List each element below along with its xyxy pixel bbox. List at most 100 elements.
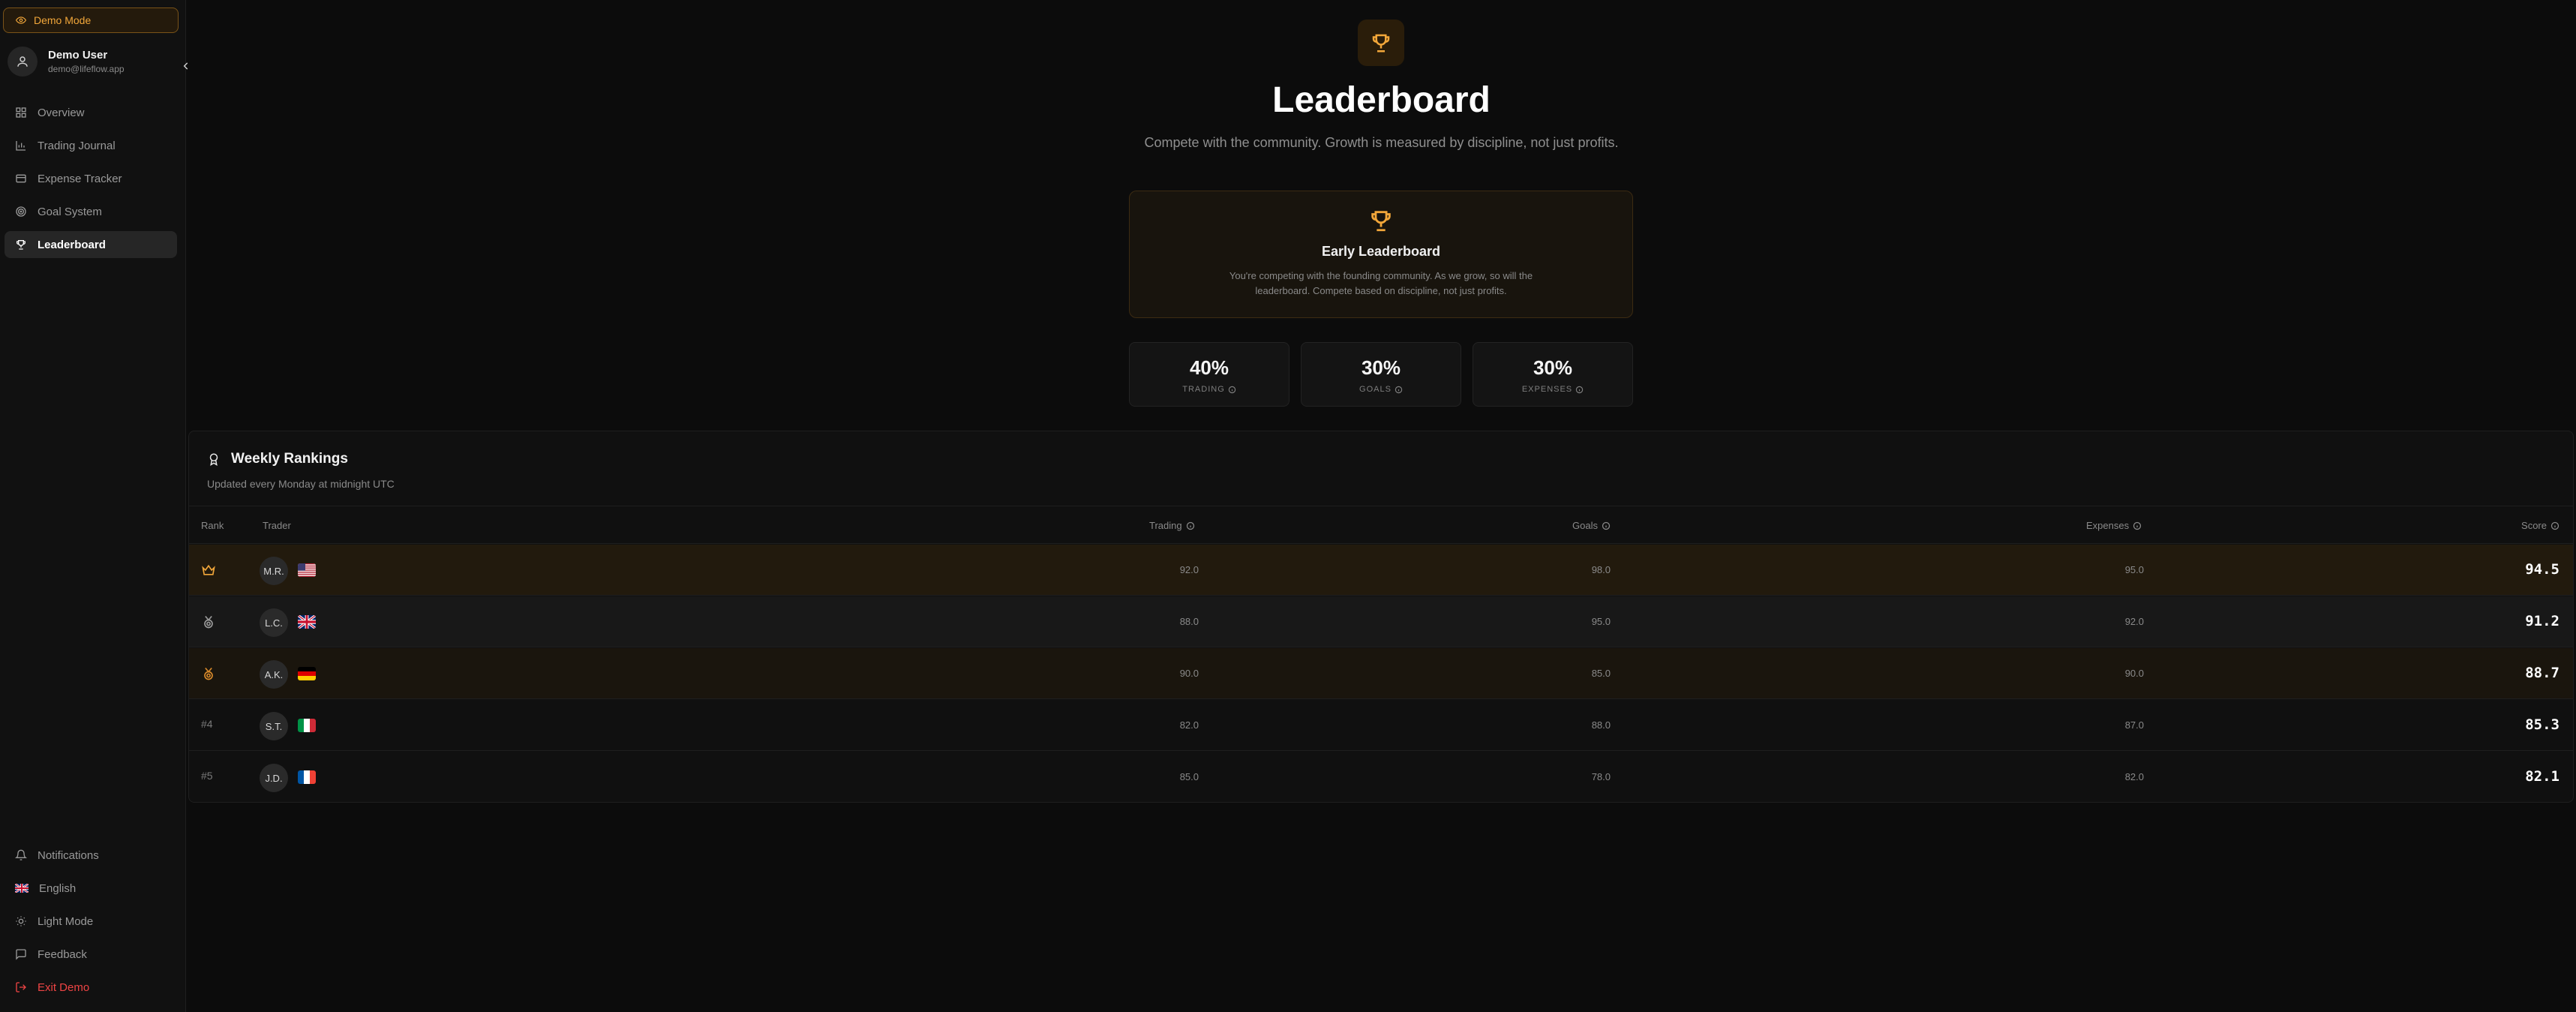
sidebar-item-trading-journal[interactable]: Trading Journal: [5, 132, 177, 159]
language-label: English: [39, 881, 77, 895]
column-score[interactable]: Score: [2521, 520, 2559, 531]
page-title: Leaderboard: [1272, 80, 1491, 120]
total-score: 82.1: [2525, 768, 2559, 785]
trophy-icon: [1370, 32, 1392, 54]
expenses-score: 90.0: [2124, 668, 2144, 679]
total-score: 85.3: [2525, 716, 2559, 733]
trading-score: 85.0: [1179, 771, 1199, 782]
language-button[interactable]: English: [5, 875, 177, 902]
goals-score: 88.0: [1591, 719, 1611, 731]
rank-number: #4: [201, 718, 213, 730]
expenses-score: 82.0: [2124, 771, 2144, 782]
score-weights: 40% TRADING 30% GOALS 30% EXPENSES: [1129, 342, 1633, 407]
trader-avatar: A.K.: [260, 660, 288, 689]
total-score: 94.5: [2525, 561, 2559, 578]
logout-icon: [15, 981, 27, 993]
sidebar-item-label: Leaderboard: [38, 238, 106, 251]
avatar: [8, 47, 38, 77]
demo-mode-badge[interactable]: Demo Mode: [3, 8, 179, 33]
user-email: demo@lifeflow.app: [48, 64, 125, 74]
weight-percent: 30%: [1533, 356, 1573, 379]
rank-number: #5: [201, 770, 213, 782]
medal-silver-icon: [201, 614, 219, 629]
hero-trophy-badge: [1358, 20, 1404, 66]
weight-card-trading: 40% TRADING: [1129, 342, 1290, 407]
uk-flag-icon: [15, 884, 29, 893]
weekly-rankings-panel: Weekly Rankings Updated every Monday at …: [188, 431, 2574, 803]
goals-score: 98.0: [1591, 564, 1611, 575]
column-trading[interactable]: Trading: [1149, 520, 1195, 531]
info-icon[interactable]: [1395, 386, 1403, 394]
theme-toggle[interactable]: Light Mode: [5, 908, 177, 935]
trading-score: 82.0: [1179, 719, 1199, 731]
sidebar-item-label: Overview: [38, 106, 85, 119]
column-goals-label: Goals: [1572, 520, 1598, 531]
goals-score: 85.0: [1591, 668, 1611, 679]
sidebar-item-leaderboard[interactable]: Leaderboard: [5, 231, 177, 258]
grid-icon: [15, 107, 27, 119]
notifications-button[interactable]: Notifications: [5, 842, 177, 869]
sidebar-item-overview[interactable]: Overview: [5, 99, 177, 126]
user-name: Demo User: [48, 49, 108, 62]
table-row[interactable]: M.R. 92.0 98.0 95.0 94.5: [189, 545, 2573, 596]
info-icon: [2550, 521, 2559, 530]
page-subtitle: Compete with the community. Growth is me…: [1144, 135, 1619, 150]
fr-flag-icon: [298, 770, 316, 784]
feedback-button[interactable]: Feedback: [5, 941, 177, 968]
it-flag-icon: [298, 719, 316, 732]
sidebar-item-label: Expense Tracker: [38, 172, 122, 185]
early-leaderboard-title: Early Leaderboard: [1321, 244, 1441, 259]
early-leaderboard-card: Early Leaderboard You're competing with …: [1129, 191, 1633, 318]
info-icon: [1186, 521, 1195, 530]
trader-avatar: J.D.: [260, 764, 288, 792]
trophy-icon: [15, 239, 27, 251]
user-profile[interactable]: Demo User demo@lifeflow.app: [8, 45, 179, 78]
user-icon: [16, 55, 29, 68]
sidebar-item-goal-system[interactable]: Goal System: [5, 198, 177, 225]
info-icon: [2133, 521, 2142, 530]
trophy-icon: [1368, 208, 1394, 233]
sidebar: Demo Mode Demo User demo@lifeflow.app Ov…: [0, 0, 188, 1012]
sidebar-item-expense-tracker[interactable]: Expense Tracker: [5, 165, 177, 192]
column-rank: Rank: [201, 520, 224, 531]
total-score: 88.7: [2525, 665, 2559, 681]
column-expenses-label: Expenses: [2086, 520, 2130, 531]
weight-percent: 30%: [1361, 356, 1401, 379]
rankings-header: Weekly Rankings Updated every Monday at …: [189, 431, 2573, 506]
weight-label: TRADING: [1182, 385, 1225, 394]
table-row[interactable]: L.C. 88.0 95.0 92.0 91.2: [189, 596, 2573, 647]
expenses-score: 92.0: [2124, 616, 2144, 627]
goals-score: 78.0: [1591, 771, 1611, 782]
expenses-score: 87.0: [2124, 719, 2144, 731]
us-flag-icon: [298, 563, 316, 577]
feedback-label: Feedback: [38, 947, 87, 961]
expenses-score: 95.0: [2124, 564, 2144, 575]
goals-score: 95.0: [1591, 616, 1611, 627]
column-score-label: Score: [2521, 520, 2547, 531]
weight-card-expenses: 30% EXPENSES: [1473, 342, 1633, 407]
exit-demo-button[interactable]: Exit Demo: [5, 974, 177, 1001]
trading-score: 88.0: [1179, 616, 1199, 627]
chart-icon: [15, 140, 27, 152]
trader-avatar: L.C.: [260, 608, 288, 637]
info-icon[interactable]: [1575, 386, 1584, 394]
table-row[interactable]: #4 S.T. 82.0 88.0 87.0 85.3: [189, 700, 2573, 751]
table-row[interactable]: A.K. 90.0 85.0 90.0 88.7: [189, 648, 2573, 699]
receipt-icon: [15, 173, 27, 185]
sidebar-item-label: Trading Journal: [38, 139, 116, 152]
early-leaderboard-description: You're competing with the founding commu…: [1229, 270, 1533, 296]
trading-score: 92.0: [1179, 564, 1199, 575]
sidebar-bottom: Notifications English Light Mode Feedbac…: [5, 842, 177, 1007]
weight-label: EXPENSES: [1521, 385, 1573, 394]
rankings-subtitle: Updated every Monday at midnight UTC: [207, 478, 395, 490]
total-score: 91.2: [2525, 613, 2559, 629]
eye-icon: [16, 15, 26, 26]
medal-bronze-icon: [201, 666, 219, 681]
info-icon[interactable]: [1228, 386, 1236, 394]
column-trader: Trader: [263, 520, 291, 531]
column-expenses[interactable]: Expenses: [2086, 520, 2142, 531]
column-goals[interactable]: Goals: [1572, 520, 1611, 531]
table-row[interactable]: #5 J.D. 85.0 78.0 82.0 82.1: [189, 752, 2573, 802]
demo-mode-label: Demo Mode: [34, 14, 92, 26]
info-icon: [1602, 521, 1611, 530]
